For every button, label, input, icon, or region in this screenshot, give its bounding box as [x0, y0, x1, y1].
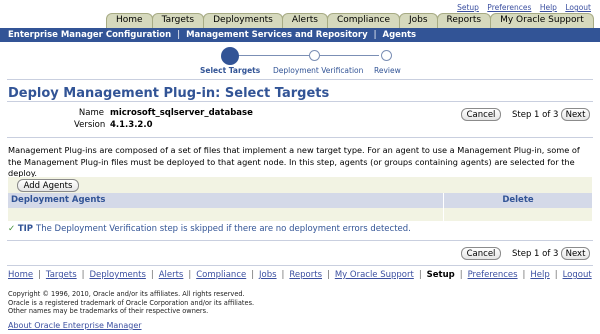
- train-step-icon[interactable]: [309, 50, 320, 61]
- divider: [7, 240, 593, 241]
- version-label: Version: [74, 120, 106, 130]
- logout-link[interactable]: Logout: [565, 3, 591, 12]
- tip-message: ✓ TIP The Deployment Verification step is…: [8, 224, 411, 234]
- table-row: [8, 208, 592, 221]
- footer-links: Home | Targets | Deployments | Alerts | Comp…: [8, 270, 592, 280]
- tab-compliance[interactable]: Compliance: [327, 13, 400, 28]
- global-links: Setup Preferences Help Logout: [457, 3, 591, 12]
- table-toolbar: Add Agents: [8, 177, 592, 193]
- divider: [7, 101, 593, 102]
- footer-logout[interactable]: Logout: [563, 270, 592, 280]
- cancel-button[interactable]: Cancel: [461, 108, 501, 121]
- footer-preferences[interactable]: Preferences: [468, 270, 518, 280]
- version-value: 4.1.3.2.0: [110, 120, 153, 130]
- legal-text: Copyright © 1996, 2010, Oracle and/or it…: [8, 290, 254, 316]
- train-step-deployment-verification: Deployment Verification: [273, 66, 364, 75]
- step-indicator: Step 1 of 3: [512, 110, 559, 120]
- breadcrumb-title[interactable]: Enterprise Manager Configuration: [8, 30, 171, 40]
- about-link[interactable]: About Oracle Enterprise Manager: [8, 321, 142, 330]
- tab-deployments[interactable]: Deployments: [203, 13, 283, 28]
- footer-alerts[interactable]: Alerts: [159, 270, 184, 280]
- divider: [7, 137, 593, 138]
- copyright-line: Copyright © 1996, 2010, Oracle and/or it…: [8, 290, 245, 298]
- cancel-button-bottom[interactable]: Cancel: [461, 247, 501, 260]
- divider: [7, 79, 593, 80]
- next-button[interactable]: Next: [561, 108, 590, 121]
- version-row: Version 4.1.3.2.0: [74, 120, 153, 130]
- add-agents-button[interactable]: Add Agents: [17, 179, 79, 192]
- train-connector: [233, 55, 379, 56]
- footer-compliance[interactable]: Compliance: [196, 270, 246, 280]
- help-link[interactable]: Help: [540, 3, 557, 12]
- name-label: Name: [78, 108, 104, 118]
- next-button-bottom[interactable]: Next: [561, 247, 590, 260]
- footer-my-oracle-support[interactable]: My Oracle Support: [335, 270, 414, 280]
- main-tabs: Home Targets Deployments Alerts Complian…: [106, 13, 594, 28]
- tab-my-oracle-support[interactable]: My Oracle Support: [490, 13, 594, 28]
- breadcrumb-agents[interactable]: Agents: [383, 30, 417, 40]
- footer-reports[interactable]: Reports: [289, 270, 322, 280]
- footer-setup: Setup: [426, 270, 455, 280]
- tip-label: TIP: [17, 224, 34, 234]
- step-train: Select Targets Deployment Verification R…: [0, 45, 600, 77]
- column-delete: Delete: [502, 195, 534, 205]
- other-trademarks-line: Other names may be trademarks of their r…: [8, 307, 209, 316]
- name-row: Name microsoft_sqlserver_database: [74, 108, 253, 118]
- train-step-current-icon: [221, 47, 239, 65]
- tab-home[interactable]: Home: [106, 13, 153, 28]
- footer-home[interactable]: Home: [8, 270, 33, 280]
- page-title: Deploy Management Plug-in: Select Target…: [8, 86, 330, 101]
- footer-targets[interactable]: Targets: [46, 270, 77, 280]
- tab-reports[interactable]: Reports: [436, 13, 492, 28]
- breadcrumb: Enterprise Manager Configuration | Manag…: [0, 28, 600, 42]
- tab-targets[interactable]: Targets: [151, 13, 205, 28]
- description-text: Management Plug-ins are composed of a se…: [8, 145, 580, 178]
- footer-jobs[interactable]: Jobs: [259, 270, 277, 280]
- tab-alerts[interactable]: Alerts: [281, 13, 328, 28]
- divider: [7, 265, 593, 266]
- footer-help[interactable]: Help: [530, 270, 549, 280]
- column-deployment-agents: Deployment Agents: [8, 193, 444, 208]
- trademark-line: Oracle is a registered trademark of Orac…: [8, 298, 255, 307]
- preferences-link[interactable]: Preferences: [487, 3, 531, 12]
- name-value: microsoft_sqlserver_database: [110, 108, 253, 118]
- setup-link[interactable]: Setup: [457, 3, 479, 12]
- checkmark-icon: ✓: [8, 224, 16, 234]
- train-step-select-targets: Select Targets: [200, 66, 261, 75]
- train-step-icon[interactable]: [381, 50, 392, 61]
- breadcrumb-management-services[interactable]: Management Services and Repository: [186, 30, 368, 40]
- agents-table-header: Deployment Agents Delete: [8, 193, 592, 208]
- tab-jobs[interactable]: Jobs: [398, 13, 438, 28]
- train-step-review: Review: [374, 66, 401, 75]
- step-indicator-bottom: Step 1 of 3: [512, 249, 559, 259]
- tip-text: The Deployment Verification step is skip…: [36, 224, 411, 234]
- footer-deployments[interactable]: Deployments: [89, 270, 145, 280]
